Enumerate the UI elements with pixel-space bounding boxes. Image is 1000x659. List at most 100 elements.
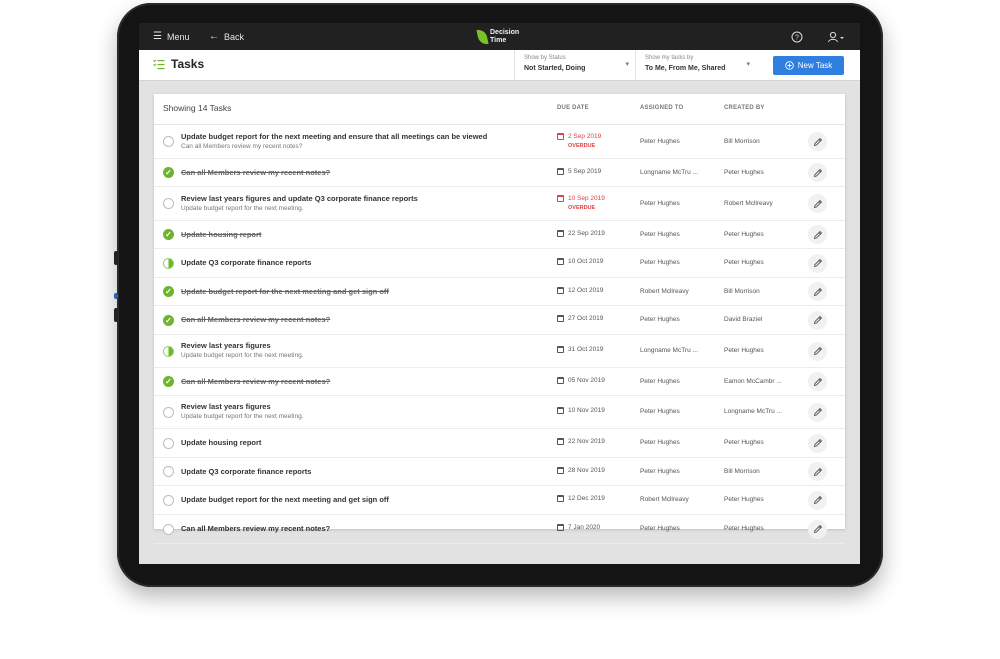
menu-button[interactable]: ☰ Menu — [153, 23, 189, 50]
edit-task-button[interactable] — [808, 225, 827, 244]
table-row[interactable]: ✓ Can all Members review my recent notes… — [154, 159, 845, 187]
task-title[interactable]: Can all Members review my recent notes? — [181, 377, 330, 386]
task-due-date: 5 Sep 2019 — [557, 167, 601, 175]
task-status-toggle[interactable] — [163, 406, 174, 418]
table-row[interactable]: ✓ Update budget report for the next meet… — [154, 278, 845, 306]
task-status-toggle[interactable]: ✓ — [163, 229, 174, 240]
in-progress-status-icon — [163, 257, 174, 269]
task-title[interactable]: Can all Members review my recent notes? — [181, 315, 330, 324]
task-status-toggle[interactable] — [163, 198, 174, 209]
task-title[interactable]: Update housing report — [181, 438, 261, 447]
edit-task-button[interactable] — [808, 372, 827, 391]
table-row[interactable]: Update Q3 corporate finance reports 28 N… — [154, 458, 845, 486]
edit-task-button[interactable] — [808, 163, 827, 182]
tablet-side-button — [114, 308, 118, 322]
table-row[interactable]: Update Q3 corporate finance reports 10 O… — [154, 249, 845, 278]
table-row[interactable]: ✓ Can all Members review my recent notes… — [154, 306, 845, 335]
edit-task-button[interactable] — [808, 132, 827, 151]
task-status-toggle[interactable]: ✓ — [163, 167, 174, 178]
task-title[interactable]: Update housing report — [181, 230, 261, 239]
task-title[interactable]: Review last years figures — [181, 341, 271, 350]
edit-task-button[interactable] — [808, 519, 827, 539]
task-status-toggle[interactable] — [163, 136, 174, 147]
task-due-date: 10 Sep 2019 — [557, 194, 605, 202]
task-status-toggle[interactable]: ✓ — [163, 286, 174, 297]
back-button[interactable]: ← Back — [209, 23, 244, 50]
task-list: Update budget report for the next meetin… — [154, 125, 845, 544]
table-row[interactable]: Update budget report for the next meetin… — [154, 486, 845, 515]
app-screen: ☰ Menu ← Back Decision Time ? Tasks Show… — [139, 23, 860, 564]
assigned-to: Peter Hughes — [640, 199, 680, 207]
due-date-text: 10 Oct 2019 — [568, 258, 604, 265]
due-date-text: 10 Sep 2019 — [568, 194, 605, 202]
task-status-toggle[interactable] — [163, 345, 174, 357]
not-started-status-icon — [163, 198, 174, 209]
top-nav-bar: ☰ Menu ← Back Decision Time ? — [139, 23, 860, 50]
task-title[interactable]: Can all Members review my recent notes? — [181, 524, 330, 533]
col-header-created-by[interactable]: CREATED BY — [724, 105, 765, 111]
created-by: Peter Hughes — [724, 259, 764, 266]
table-row[interactable]: Review last years figures Update budget r… — [154, 335, 845, 368]
table-row[interactable]: Can all Members review my recent notes? … — [154, 515, 845, 544]
edit-task-button[interactable] — [808, 282, 827, 301]
task-status-toggle[interactable]: ✓ — [163, 376, 174, 387]
due-date-text: 22 Sep 2019 — [568, 229, 605, 237]
edit-task-button[interactable] — [808, 433, 827, 453]
table-row[interactable]: Update budget report for the next meetin… — [154, 125, 845, 159]
task-subtitle: Update budget report for the next meetin… — [181, 413, 304, 420]
new-task-button[interactable]: New Task — [773, 56, 844, 75]
task-title[interactable]: Update budget report for the next meetin… — [181, 287, 389, 296]
created-by: Robert Mcllreavy — [724, 199, 773, 207]
my-tasks-filter-value: To Me, From Me, Shared — [645, 65, 726, 72]
edit-task-button[interactable] — [808, 341, 827, 361]
col-header-assigned-to[interactable]: ASSIGNED TO — [640, 105, 683, 111]
task-title[interactable]: Update budget report for the next meetin… — [181, 495, 389, 504]
status-filter-dropdown[interactable]: Show by Status Not Started, Doing ▾ — [514, 50, 636, 80]
edit-task-button[interactable] — [808, 194, 827, 213]
edit-task-button[interactable] — [808, 462, 827, 481]
table-row[interactable]: Review last years figures and update Q3 … — [154, 187, 845, 221]
edit-task-button[interactable] — [808, 402, 827, 422]
task-status-toggle[interactable] — [163, 494, 174, 506]
assigned-to: Peter Hughes — [640, 230, 680, 238]
calendar-icon — [557, 407, 564, 414]
task-due-date: 31 Oct 2019 — [557, 346, 603, 353]
task-title[interactable]: Review last years figures and update Q3 … — [181, 194, 418, 203]
user-icon — [828, 31, 844, 42]
pencil-icon — [813, 438, 822, 448]
task-title[interactable]: Update Q3 corporate finance reports — [181, 467, 311, 476]
edit-task-button[interactable] — [808, 310, 827, 330]
due-date-text: 10 Nov 2019 — [568, 407, 605, 414]
task-status-toggle[interactable] — [163, 523, 174, 535]
created-by: Bill Morrison — [724, 137, 760, 145]
table-row[interactable]: Update housing report 22 Nov 2019 Peter … — [154, 429, 845, 458]
task-title[interactable]: Review last years figures — [181, 402, 271, 411]
task-title[interactable]: Update budget report for the next meetin… — [181, 132, 487, 141]
task-status-toggle[interactable] — [163, 466, 174, 477]
calendar-icon — [557, 315, 564, 322]
edit-task-button[interactable] — [808, 490, 827, 510]
created-by: Peter Hughes — [724, 168, 764, 176]
chevron-down-icon: ▾ — [746, 61, 750, 68]
completed-check-icon: ✓ — [163, 167, 174, 178]
table-row[interactable]: ✓ Can all Members review my recent notes… — [154, 368, 845, 396]
user-menu-button[interactable] — [827, 23, 845, 50]
task-status-toggle[interactable] — [163, 437, 174, 449]
help-button[interactable]: ? — [791, 23, 803, 50]
edit-task-button[interactable] — [808, 253, 827, 273]
assigned-to: Peter Hughes — [640, 137, 680, 145]
table-row[interactable]: ✓ Update housing report 22 Sep 2019 Pete… — [154, 221, 845, 249]
task-title[interactable]: Update Q3 corporate finance reports — [181, 258, 311, 267]
table-row[interactable]: Review last years figures Update budget r… — [154, 396, 845, 429]
completed-check-icon: ✓ — [163, 229, 174, 240]
col-header-due-date[interactable]: DUE DATE — [557, 105, 589, 111]
task-title[interactable]: Can all Members review my recent notes? — [181, 168, 330, 177]
task-due-date: 22 Nov 2019 — [557, 438, 605, 445]
pencil-icon — [813, 137, 822, 146]
tasks-list-icon — [153, 58, 165, 69]
task-status-toggle[interactable] — [163, 257, 174, 269]
my-tasks-filter-dropdown[interactable]: Show my tasks by To Me, From Me, Shared … — [635, 50, 757, 80]
new-task-label: New Task — [797, 61, 833, 70]
tablet-side-button — [114, 293, 118, 299]
task-status-toggle[interactable]: ✓ — [163, 314, 174, 326]
